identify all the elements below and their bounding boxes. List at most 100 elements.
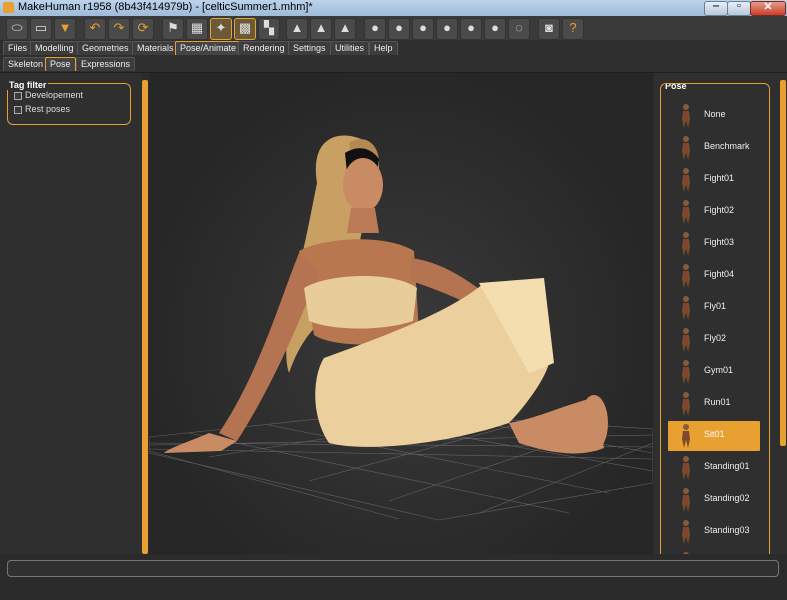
- pose-item-fly02[interactable]: Fly02: [668, 325, 760, 355]
- symmetry-left-button[interactable]: ▲: [310, 18, 332, 40]
- title-bar: MakeHuman r1958 (8b43f414979b) - [celtic…: [0, 0, 787, 16]
- export-icon: ▼: [58, 20, 72, 35]
- sub-tabs: Skeleton Pose Expressions: [0, 56, 787, 73]
- subtab-skeleton[interactable]: Skeleton: [3, 57, 49, 71]
- pose-label: Fly02: [704, 333, 727, 343]
- back-view-button[interactable]: ●: [388, 18, 410, 40]
- tab-materials[interactable]: Materials: [132, 41, 179, 55]
- tab-modelling[interactable]: Modelling: [30, 41, 79, 55]
- developement-label: Developement: [25, 90, 84, 100]
- mesh-button[interactable]: ▦: [186, 18, 208, 40]
- tab-utilities[interactable]: Utilities: [330, 41, 370, 55]
- checker-icon: ▚: [264, 20, 274, 35]
- rest-poses-checkbox[interactable]: [14, 106, 22, 114]
- pose-item-fight03[interactable]: Fight03: [668, 229, 760, 259]
- reset-button[interactable]: ⟳: [132, 18, 154, 40]
- wireframe-button[interactable]: ⚑: [162, 18, 184, 40]
- undo-button[interactable]: ↶: [84, 18, 106, 40]
- front-view-button[interactable]: ●: [364, 18, 386, 40]
- back-view-icon: ●: [395, 20, 403, 35]
- pose-item-fight01[interactable]: Fight01: [668, 165, 760, 195]
- top-view-icon: ●: [467, 20, 475, 35]
- bottom-view-button[interactable]: ●: [484, 18, 506, 40]
- pose-item-standing01[interactable]: Standing01: [668, 453, 760, 483]
- minimize-icon: ‒: [712, 0, 720, 12]
- pose-label: Run01: [704, 397, 731, 407]
- pose-item-standing02[interactable]: Standing02: [668, 485, 760, 515]
- pose-icon: ✦: [215, 20, 227, 35]
- minimize-button[interactable]: ‒: [704, 0, 728, 16]
- pose-thumbnail: [676, 263, 696, 289]
- pose-item-run01[interactable]: Run01: [668, 389, 760, 419]
- developement-checkbox[interactable]: [14, 92, 22, 100]
- pose-item-standing03[interactable]: Standing03: [668, 517, 760, 547]
- main-tabs: Files Modelling Geometries Materials Pose/An…: [0, 40, 787, 56]
- maximize-button[interactable]: ▫: [727, 0, 751, 16]
- pose-thumbnail: [676, 487, 696, 513]
- close-button[interactable]: ✕: [750, 1, 786, 16]
- mesh-icon: ▦: [190, 20, 204, 35]
- tab-rendering[interactable]: Rendering: [238, 41, 290, 55]
- progress-bar: [7, 560, 779, 577]
- rest-poses-label: Rest poses: [25, 104, 71, 114]
- right-scrollbar[interactable]: [780, 80, 786, 446]
- pose-item-benchmark[interactable]: Benchmark: [668, 133, 760, 163]
- grid-button[interactable]: ▩: [234, 18, 256, 40]
- bottom-view-icon: ●: [491, 20, 499, 35]
- right-view-icon: ●: [443, 20, 451, 35]
- pose-item-fly01[interactable]: Fly01: [668, 293, 760, 323]
- pose-thumbnail: [676, 199, 696, 225]
- reset-icon: ⟳: [137, 20, 149, 35]
- save-button[interactable]: ▭: [30, 18, 52, 40]
- 3d-viewport[interactable]: [149, 73, 653, 554]
- front-view-icon: ●: [371, 20, 379, 35]
- subtab-pose[interactable]: Pose: [45, 57, 76, 71]
- pose-item-sit01[interactable]: Sit01: [668, 421, 760, 451]
- left-scrollbar[interactable]: [142, 80, 148, 554]
- pose-item-fight02[interactable]: Fight02: [668, 197, 760, 227]
- toggle-icon: ⬭: [11, 20, 23, 35]
- pose-button[interactable]: ✦: [210, 18, 232, 40]
- pose-thumbnail: [676, 103, 696, 129]
- tag-filter-title: Tag filter: [7, 80, 49, 90]
- symmetry-button[interactable]: ▲: [334, 18, 356, 40]
- pose-label: None: [704, 109, 726, 119]
- reset-camera-button[interactable]: ◌: [508, 18, 530, 40]
- left-view-button[interactable]: ●: [412, 18, 434, 40]
- app-icon: [3, 2, 14, 13]
- tab-files[interactable]: Files: [3, 41, 33, 55]
- redo-button[interactable]: ↷: [108, 18, 130, 40]
- checker-button[interactable]: ▚: [258, 18, 280, 40]
- pose-item-fight04[interactable]: Fight04: [668, 261, 760, 291]
- pose-label: Standing01: [704, 461, 750, 471]
- close-icon: ✕: [763, 1, 773, 13]
- tab-settings[interactable]: Settings: [288, 41, 331, 55]
- toggle-button[interactable]: ⬭: [6, 18, 28, 40]
- pose-label: Fight01: [704, 173, 735, 183]
- pose-label: Fight02: [704, 205, 735, 215]
- symmetry-right-icon: ▲: [290, 20, 304, 35]
- pose-thumbnail: [676, 135, 696, 161]
- pose-label: Fight03: [704, 237, 735, 247]
- pose-label: Gym01: [704, 365, 734, 375]
- pose-thumbnail: [676, 359, 696, 385]
- export-button[interactable]: ▼: [54, 18, 76, 40]
- tab-geometries[interactable]: Geometries: [77, 41, 134, 55]
- subtab-expressions[interactable]: Expressions: [76, 57, 136, 71]
- symmetry-right-button[interactable]: ▲: [286, 18, 308, 40]
- pose-thumbnail: [676, 455, 696, 481]
- pose-item-gym01[interactable]: Gym01: [668, 357, 760, 387]
- pose-label: Standing02: [704, 493, 750, 503]
- top-view-button[interactable]: ●: [460, 18, 482, 40]
- right-view-button[interactable]: ●: [436, 18, 458, 40]
- left-panel: Tag filter Developement Rest poses: [0, 73, 142, 554]
- help-icon: ?: [569, 20, 577, 35]
- tab-help[interactable]: Help: [369, 41, 398, 55]
- screenshot-button[interactable]: ◙: [538, 18, 560, 40]
- model-render: [149, 135, 653, 521]
- tab-pose-animate[interactable]: Pose/Animate: [175, 41, 242, 55]
- pose-item-none[interactable]: None: [668, 101, 760, 131]
- help-button[interactable]: ?: [562, 18, 584, 40]
- pose-thumbnail: [676, 423, 696, 449]
- symmetry-icon: ▲: [338, 20, 352, 35]
